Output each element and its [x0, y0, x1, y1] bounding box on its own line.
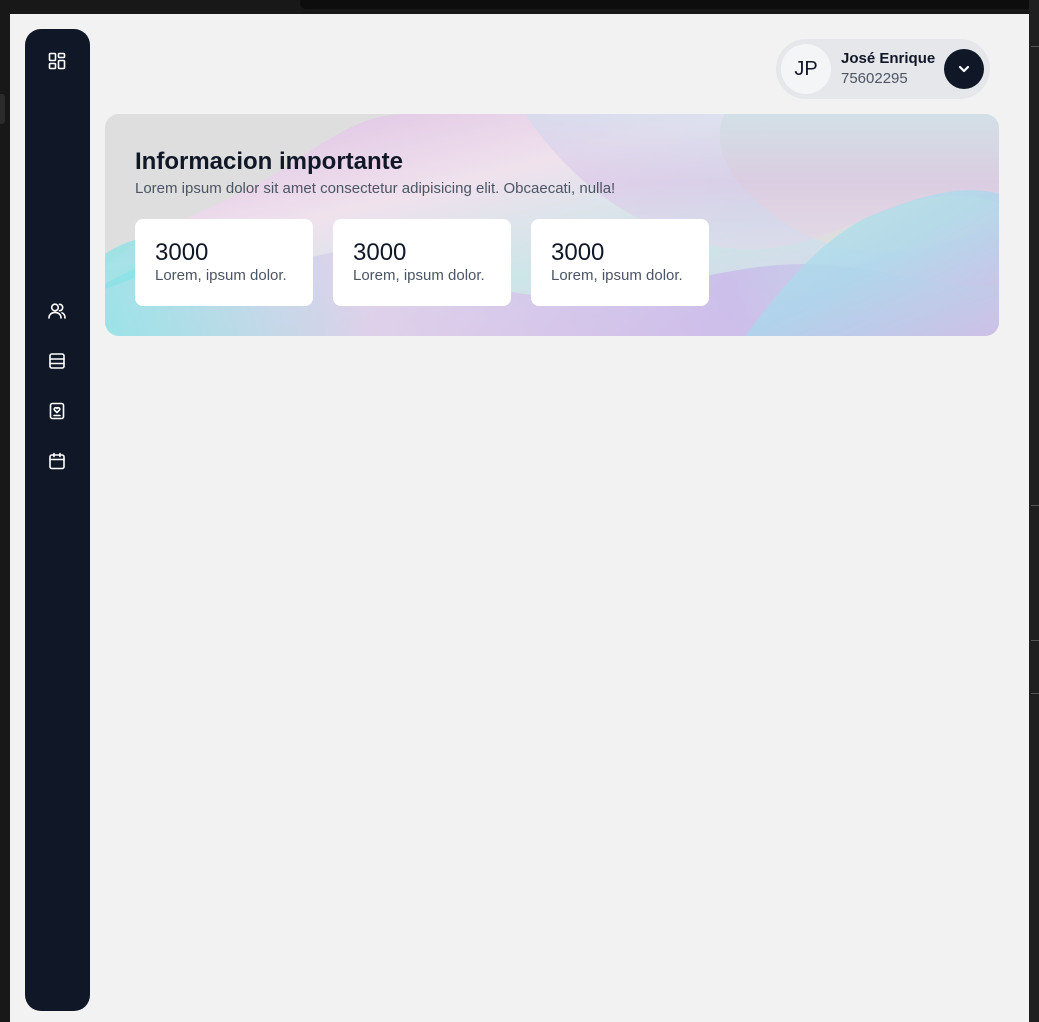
user-menu-toggle-button[interactable]	[944, 49, 984, 89]
calendar-icon	[49, 452, 65, 470]
sidebar-item-table[interactable]	[45, 349, 69, 373]
gutter-mark	[1031, 693, 1039, 694]
sidebar-item-users[interactable]	[45, 299, 69, 323]
stat-label: Lorem, ipsum dolor.	[551, 267, 683, 284]
sidebar-item-dashboard[interactable]	[45, 49, 69, 73]
dashboard-icon	[48, 52, 66, 70]
editor-left-gutter	[0, 0, 10, 1022]
sidebar-item-calendar[interactable]	[45, 449, 69, 473]
user-id: 75602295	[841, 70, 908, 87]
editor-top-bar	[0, 0, 1039, 14]
users-icon	[48, 303, 66, 319]
editor-tab-bar	[300, 0, 1039, 9]
stat-value: 3000	[155, 239, 209, 266]
chevron-down-icon	[958, 65, 970, 73]
sidebar-item-id-badge[interactable]	[45, 399, 69, 423]
editor-right-gutter	[1029, 0, 1039, 1022]
user-name: José Enrique	[841, 50, 936, 67]
stat-card: 3000 Lorem, ipsum dolor.	[333, 219, 511, 306]
stat-card: 3000 Lorem, ipsum dolor.	[135, 219, 313, 306]
stat-card: 3000 Lorem, ipsum dolor.	[531, 219, 709, 306]
banner-subtitle: Lorem ipsum dolor sit amet consectetur a…	[135, 180, 616, 197]
gutter-handle	[0, 94, 5, 124]
stat-label: Lorem, ipsum dolor.	[155, 267, 287, 284]
avatar: JP	[781, 44, 831, 94]
app-frame: JP José Enrique 75602295 Informacion imp…	[10, 14, 1029, 1022]
banner-title: Informacion importante	[135, 148, 404, 175]
stat-value: 3000	[551, 239, 605, 266]
stat-label: Lorem, ipsum dolor.	[353, 267, 485, 284]
sidebar	[25, 29, 90, 1011]
stat-value: 3000	[353, 239, 407, 266]
gutter-mark	[1031, 46, 1039, 47]
info-banner: Informacion importante Lorem ipsum dolor…	[105, 114, 999, 336]
gutter-mark	[1031, 640, 1039, 641]
table-icon	[49, 353, 65, 369]
gutter-mark	[1031, 505, 1039, 506]
user-menu[interactable]: JP José Enrique 75602295	[776, 39, 990, 99]
id-badge-icon	[49, 402, 65, 420]
